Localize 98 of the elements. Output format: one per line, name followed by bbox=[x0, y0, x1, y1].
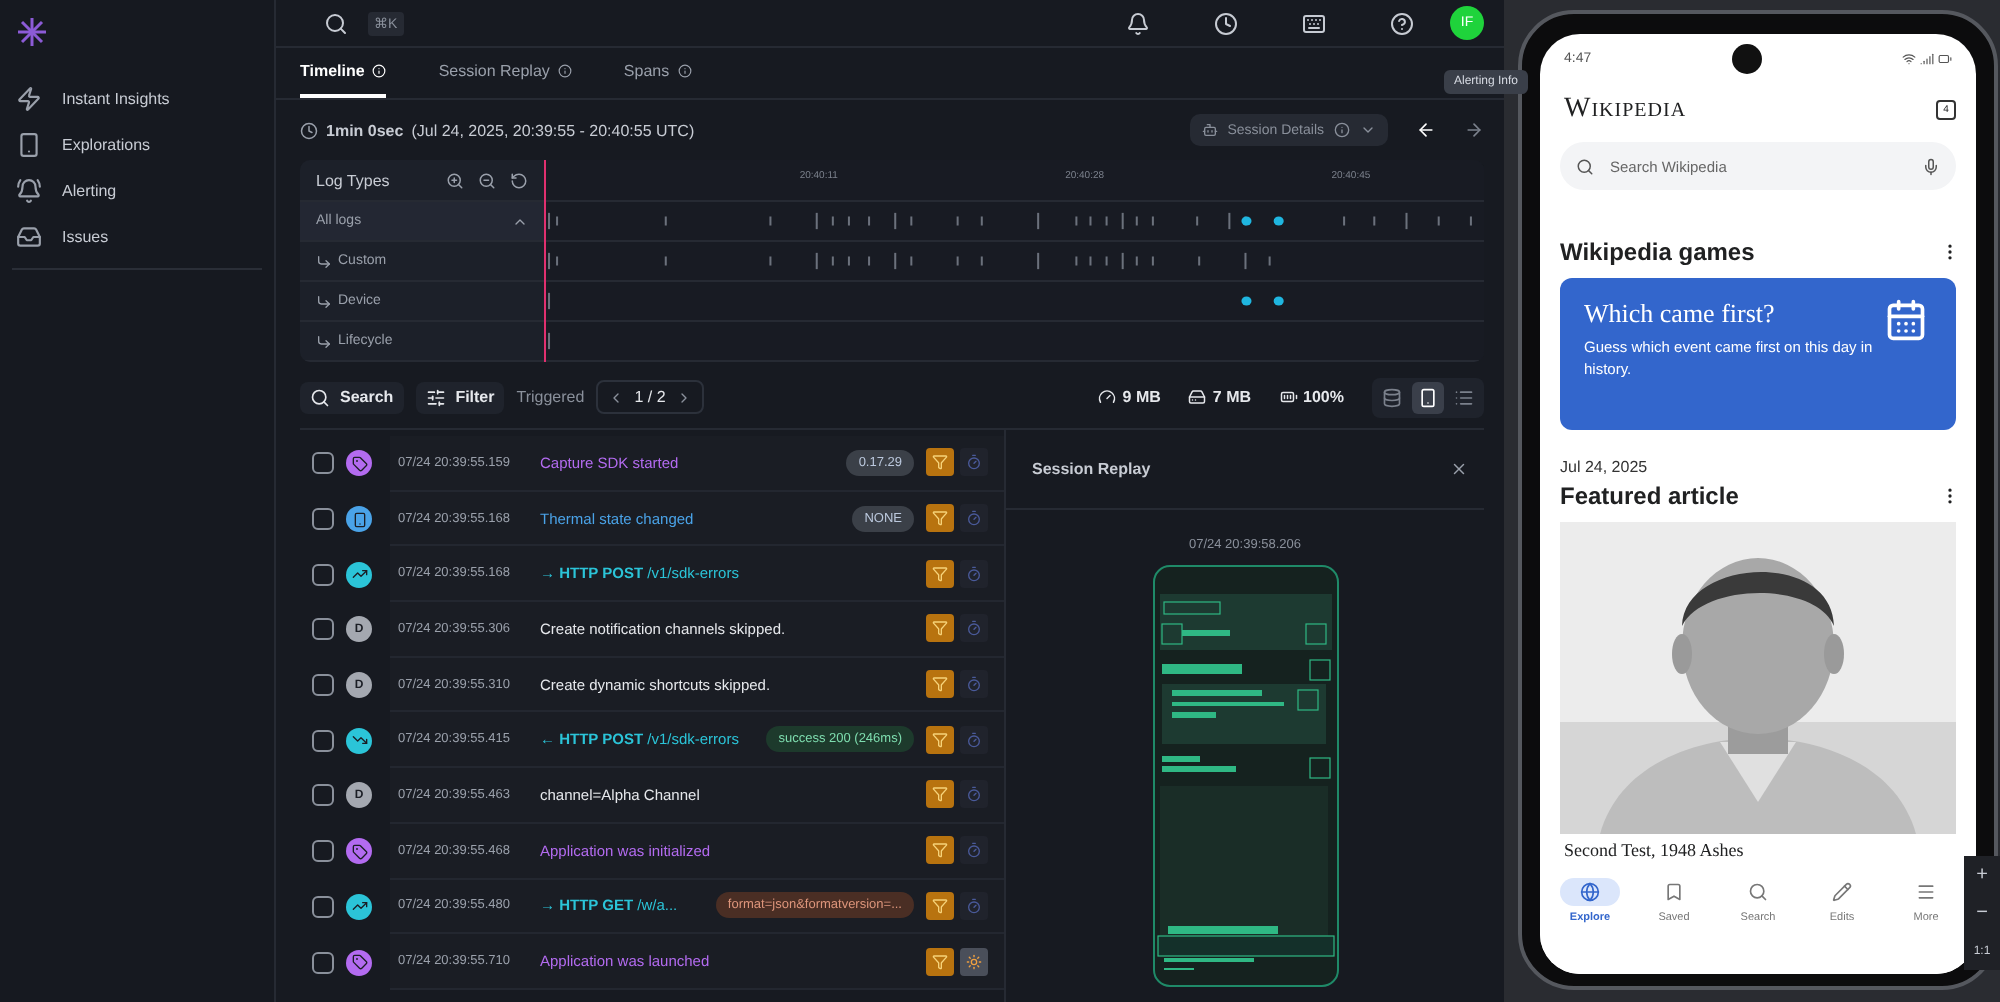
branch-icon bbox=[316, 293, 332, 309]
back-arrow-icon[interactable] bbox=[1416, 120, 1436, 140]
info-icon bbox=[372, 64, 387, 78]
info-icon bbox=[557, 64, 572, 78]
filter-icon[interactable] bbox=[926, 725, 954, 754]
phone-icon bbox=[1418, 387, 1438, 407]
search-button[interactable]: Search bbox=[300, 381, 404, 413]
panel-title: Session Replay bbox=[1032, 460, 1151, 478]
robot-icon bbox=[1201, 122, 1218, 138]
app-logo: Wikipedia bbox=[1564, 94, 1687, 126]
log-type-icon bbox=[346, 949, 372, 976]
gauge-icon bbox=[1098, 388, 1117, 406]
log-type-icon bbox=[346, 727, 372, 754]
stat-value: 7 MB bbox=[1188, 388, 1252, 406]
row-checkbox[interactable] bbox=[312, 508, 334, 531]
reset-icon[interactable] bbox=[510, 171, 528, 189]
tab[interactable]: Spans bbox=[623, 48, 692, 98]
filter-icon[interactable] bbox=[926, 614, 954, 643]
panel-title: Log Types bbox=[316, 171, 390, 189]
row-checkbox[interactable] bbox=[312, 895, 334, 918]
battery-icon bbox=[1279, 388, 1298, 406]
time-range-text: (Jul 24, 2025, 20:39:55 - 20:40:55 UTC) bbox=[411, 121, 695, 139]
duration-text: 1min 0sec bbox=[326, 121, 404, 139]
sidebar-item[interactable]: Alerting bbox=[12, 168, 262, 214]
filter-icon[interactable] bbox=[926, 947, 954, 976]
sidebar-item[interactable]: Instant Insights bbox=[12, 76, 262, 122]
sliders-icon bbox=[425, 387, 446, 407]
zoom-out-icon[interactable] bbox=[478, 171, 496, 189]
row-checkbox[interactable] bbox=[312, 452, 334, 475]
zoom-control[interactable]: + bbox=[1964, 856, 2000, 894]
filter-icon[interactable] bbox=[926, 448, 954, 477]
zoom-control[interactable]: − bbox=[1964, 894, 2000, 932]
calendar-icon bbox=[1884, 298, 1928, 342]
sun-icon[interactable] bbox=[960, 947, 988, 976]
article-title: Second Test, 1948 Ashes bbox=[1564, 840, 1746, 860]
alarm-icon bbox=[16, 178, 42, 204]
log-type-icon bbox=[346, 450, 372, 477]
filter-icon[interactable] bbox=[926, 504, 954, 533]
filter-icon[interactable] bbox=[926, 670, 954, 699]
help-icon[interactable] bbox=[1386, 7, 1418, 39]
search-icon bbox=[1748, 882, 1768, 902]
stat-value: 100% bbox=[1279, 388, 1344, 406]
camera-icon bbox=[1731, 43, 1762, 73]
close-icon[interactable] bbox=[1450, 460, 1468, 478]
pager[interactable]: 1 / 2 bbox=[596, 380, 704, 414]
lightning-icon bbox=[16, 86, 42, 112]
section-title: Wikipedia games bbox=[1560, 238, 1755, 266]
database-icon bbox=[1382, 387, 1402, 407]
date-text: Jul 24, 2025 bbox=[1560, 458, 1650, 476]
branch-icon bbox=[316, 253, 332, 269]
row-checkbox[interactable] bbox=[312, 951, 334, 974]
pencil-icon bbox=[1832, 882, 1852, 902]
filter-icon[interactable] bbox=[926, 891, 954, 920]
tab[interactable]: Timeline bbox=[300, 48, 387, 98]
battery-icon bbox=[1938, 51, 1952, 65]
clock-icon bbox=[300, 121, 318, 139]
row-checkbox[interactable] bbox=[312, 674, 334, 697]
menu-icon bbox=[1916, 882, 1936, 902]
wifi-icon bbox=[1902, 51, 1916, 65]
filter-button[interactable]: Filter bbox=[415, 381, 505, 413]
clock-icon[interactable] bbox=[1210, 7, 1242, 39]
section-title: Featured article bbox=[1560, 482, 1739, 510]
search-icon bbox=[1576, 157, 1594, 175]
zoom-in-icon[interactable] bbox=[446, 171, 464, 189]
row-checkbox[interactable] bbox=[312, 618, 334, 641]
list-icon bbox=[1454, 387, 1474, 407]
phone-icon bbox=[16, 132, 42, 158]
log-type-icon bbox=[346, 893, 372, 920]
chevron-down-icon bbox=[1360, 122, 1376, 138]
globe-icon bbox=[1580, 882, 1600, 902]
forward-arrow-icon[interactable] bbox=[1464, 120, 1484, 140]
row-checkbox[interactable] bbox=[312, 784, 334, 807]
drive-icon bbox=[1188, 388, 1207, 406]
row-checkbox[interactable] bbox=[312, 840, 334, 863]
row-checkbox[interactable] bbox=[312, 563, 334, 586]
view-toggle[interactable] bbox=[1412, 381, 1444, 413]
info-icon bbox=[677, 64, 692, 78]
log-type-icon bbox=[346, 838, 372, 865]
search-icon bbox=[310, 387, 330, 407]
stat-value: 9 MB bbox=[1098, 388, 1161, 406]
logo-icon[interactable] bbox=[16, 16, 48, 48]
microphone-icon[interactable] bbox=[1922, 157, 1940, 175]
branch-icon bbox=[316, 333, 332, 349]
filter-icon[interactable] bbox=[926, 559, 954, 588]
log-type-icon bbox=[346, 561, 372, 588]
sidebar-item[interactable]: Explorations bbox=[12, 122, 262, 168]
log-type-icon bbox=[346, 506, 372, 533]
filter-icon[interactable] bbox=[926, 836, 954, 865]
info-icon bbox=[1334, 122, 1350, 138]
filter-icon[interactable] bbox=[926, 780, 954, 809]
row-checkbox[interactable] bbox=[312, 729, 334, 752]
sidebar-item[interactable]: Issues bbox=[12, 214, 262, 260]
tab[interactable]: Session Replay bbox=[438, 48, 572, 98]
bell-icon[interactable] bbox=[1122, 7, 1154, 39]
signal-icon bbox=[1920, 51, 1934, 65]
inbox-icon bbox=[16, 224, 42, 250]
bookmark-icon bbox=[1664, 882, 1684, 902]
triggered-label: Triggered bbox=[516, 388, 585, 406]
